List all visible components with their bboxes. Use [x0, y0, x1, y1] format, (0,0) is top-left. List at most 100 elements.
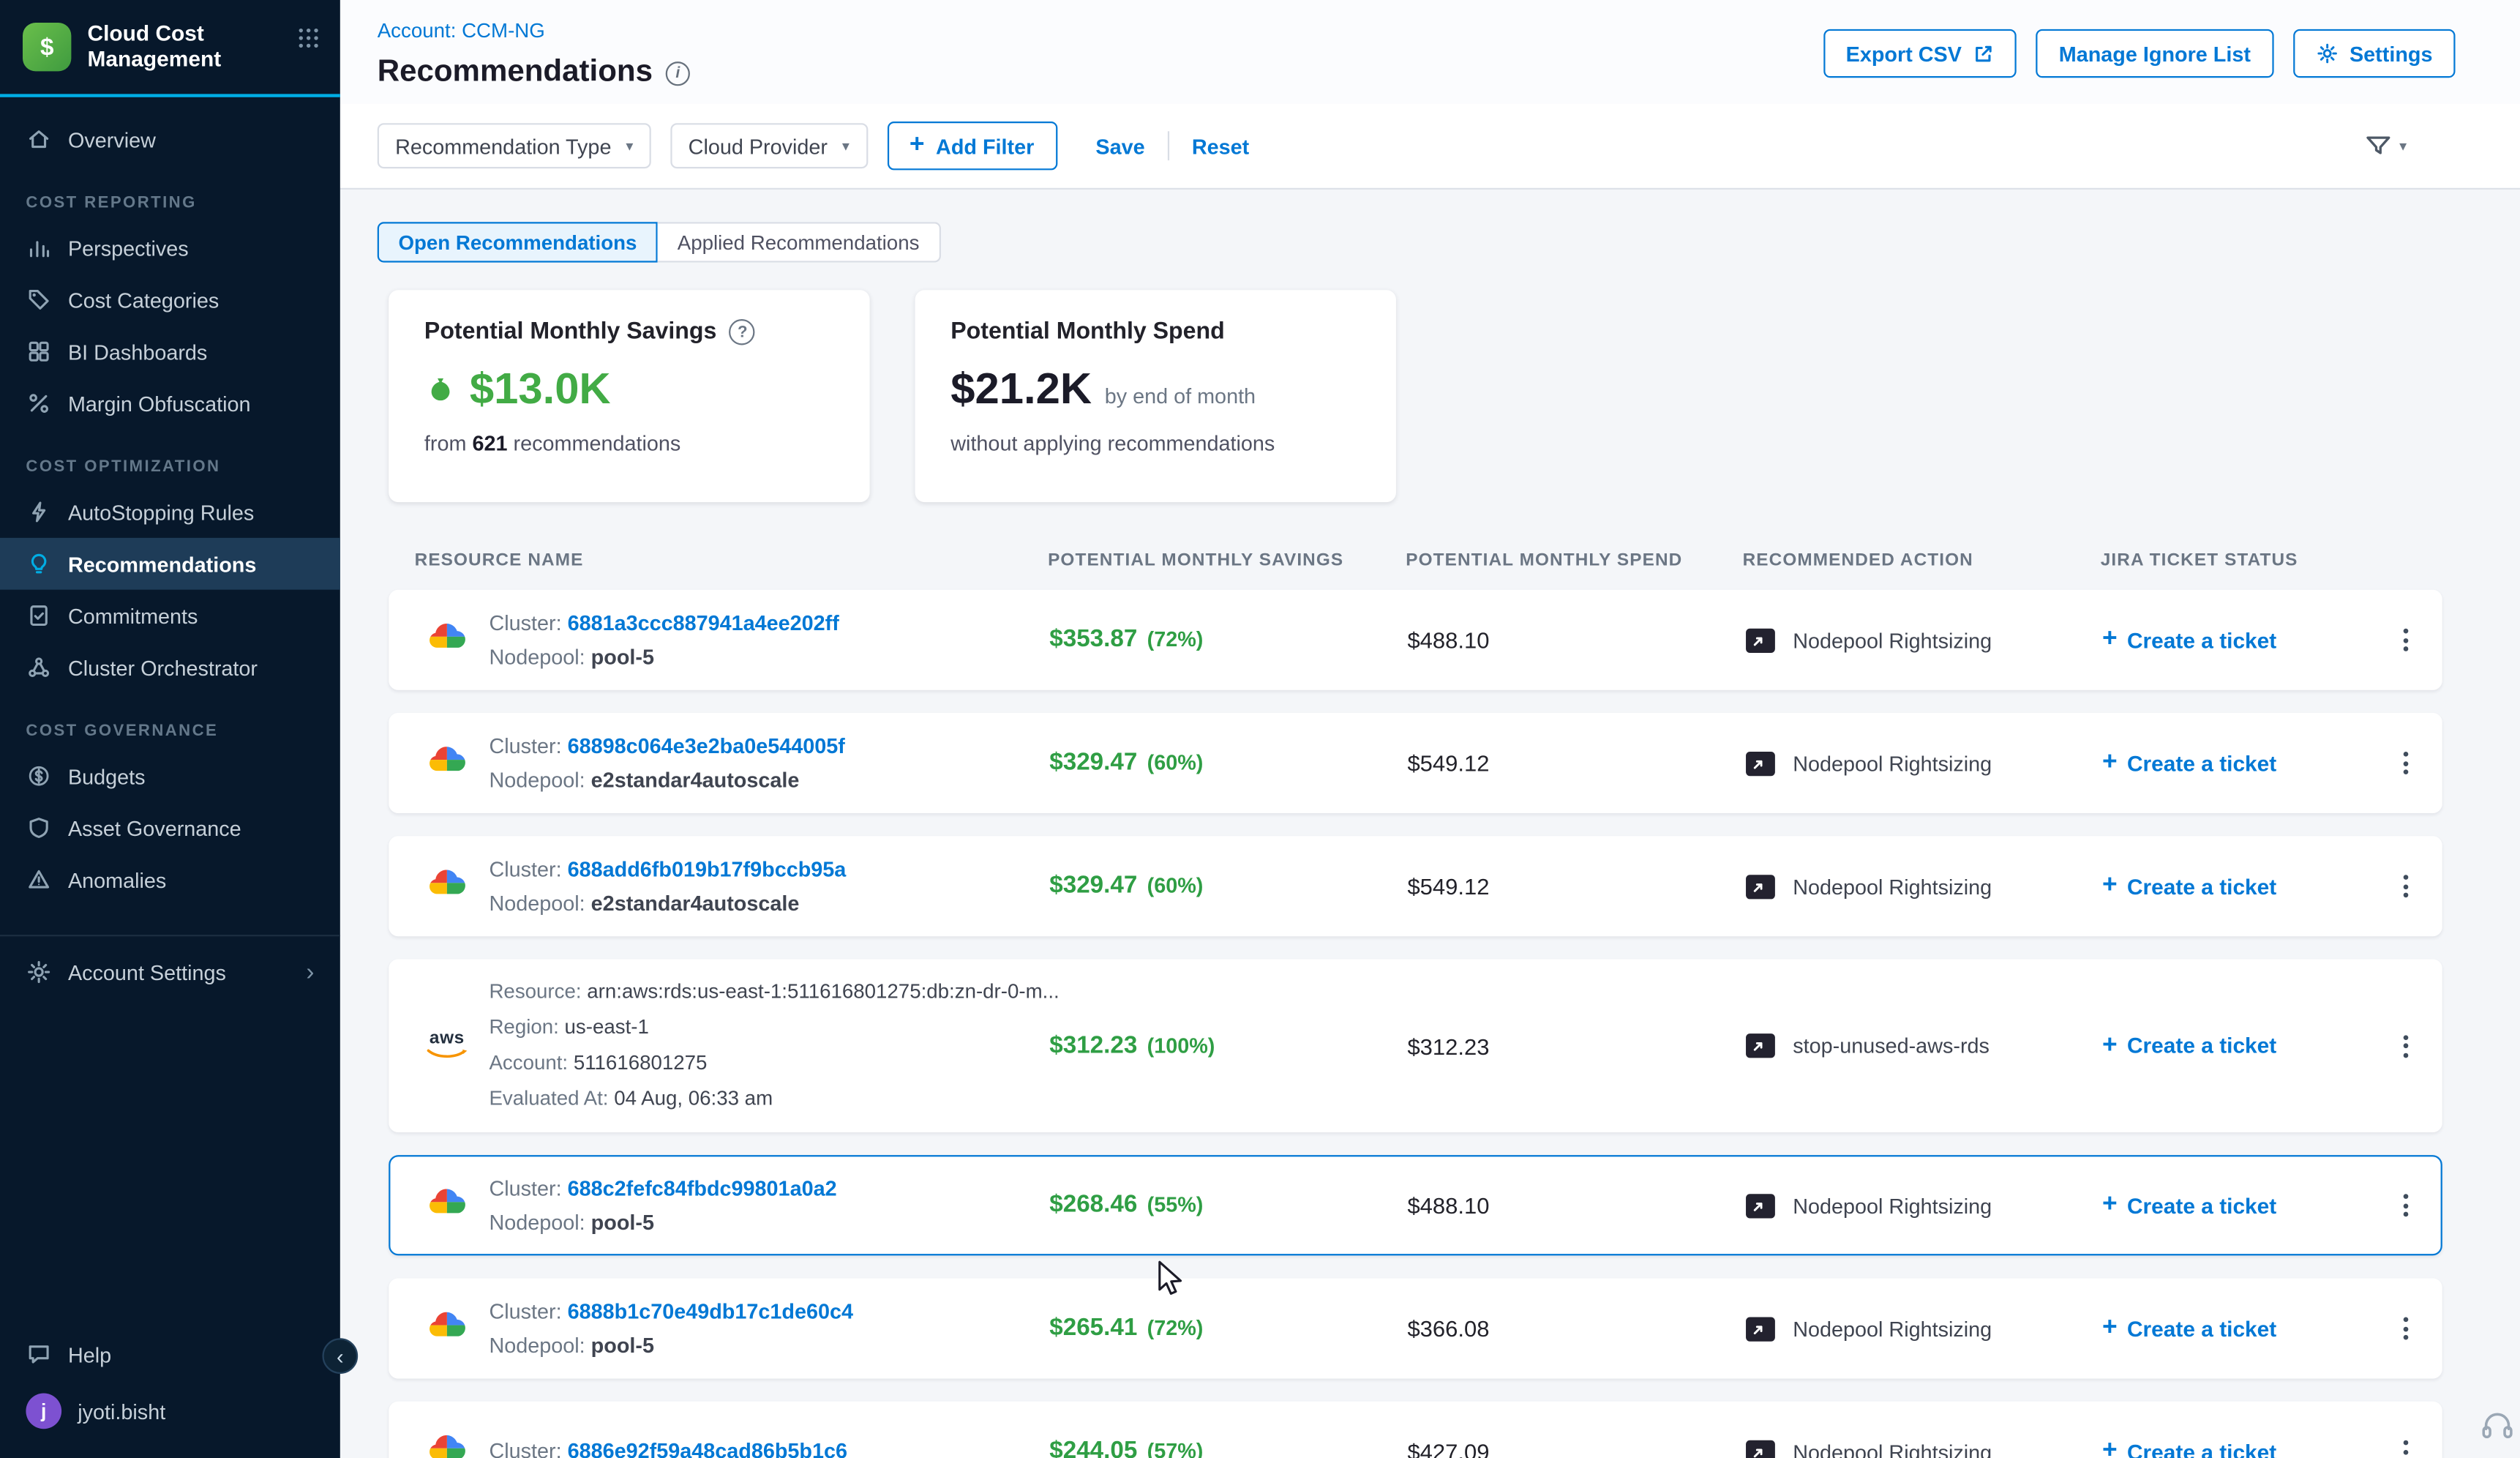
support-headset-icon[interactable] [2480, 1407, 2516, 1451]
sidebar-item-account-settings[interactable]: Account Settings › [0, 946, 340, 998]
page-header-left: Account: CCM-NG Recommendations i [378, 16, 690, 91]
cluster-link[interactable]: 688c2fefc84fbdc99801a0a2 [568, 1175, 837, 1200]
help-circle-icon[interactable]: ? [730, 319, 755, 345]
sidebar-item-commitments[interactable]: Commitments [0, 590, 340, 642]
kebab-menu[interactable] [2369, 608, 2440, 673]
app-title-line2: Management [88, 47, 222, 72]
table-row[interactable]: Cluster: 6886e92f59a48cad86b5b1c6 $244.0… [389, 1402, 2442, 1458]
spend-card-title: Potential Monthly Spend [950, 319, 1224, 345]
settings-button[interactable]: Settings [2293, 29, 2456, 78]
sidebar-item-help[interactable]: Help [0, 1328, 340, 1380]
create-ticket-link[interactable]: +Create a ticket [2102, 627, 2369, 653]
user-name: jyoti.bisht [78, 1399, 165, 1423]
create-ticket-link[interactable]: +Create a ticket [2102, 1315, 2369, 1341]
tab-applied-recommendations[interactable]: Applied Recommendations [658, 222, 940, 262]
kebab-menu[interactable] [2369, 1296, 2440, 1361]
table-row-selected[interactable]: Cluster: 688c2fefc84fbdc99801a0a2 Nodepo… [389, 1155, 2442, 1255]
sidebar-item-asset-governance[interactable]: Asset Governance [0, 802, 340, 854]
savings-percent: (100%) [1147, 1033, 1215, 1057]
create-ticket-link[interactable]: +Create a ticket [2102, 1438, 2369, 1458]
sidebar: $ Cloud Cost Management Overview COST RE… [0, 0, 340, 1458]
kebab-menu[interactable] [2369, 977, 2440, 1115]
plus-icon: + [2102, 873, 2118, 899]
cloud-provider-dropdown[interactable]: Cloud Provider ▾ [670, 123, 867, 168]
create-ticket-label: Create a ticket [2127, 874, 2276, 898]
table-row[interactable]: aws Resource: arn:aws:rds:us-east-1:5116… [389, 959, 2442, 1132]
column-resource-name: RESOURCE NAME [389, 551, 1048, 571]
export-csv-button[interactable]: Export CSV [1823, 29, 2017, 78]
sidebar-item-recommendations[interactable]: Recommendations [0, 538, 340, 590]
kebab-menu[interactable] [2369, 1419, 2440, 1458]
export-csv-label: Export CSV [1846, 41, 1962, 65]
create-ticket-link[interactable]: +Create a ticket [2102, 1033, 2369, 1058]
recommendation-type-dropdown[interactable]: Recommendation Type ▾ [378, 123, 651, 168]
percent-icon [26, 390, 51, 416]
apps-grid-icon[interactable] [296, 26, 320, 58]
kebab-menu[interactable] [2369, 1173, 2440, 1238]
cluster-link[interactable]: 688add6fb019b17f9bccb95a [568, 856, 847, 881]
resource-label: Nodepool: [489, 1209, 585, 1233]
cluster-link[interactable]: 6888b1c70e49db17c1de60c4 [568, 1298, 853, 1323]
create-ticket-link[interactable]: +Create a ticket [2102, 750, 2369, 776]
chat-bubble-icon [26, 1342, 51, 1367]
sidebar-item-label: Recommendations [68, 552, 256, 576]
info-icon[interactable]: i [666, 61, 690, 85]
resource-value: arn:aws:rds:us-east-1:511616801275:db:zn… [587, 980, 1059, 1003]
sidebar-item-overview[interactable]: Overview [0, 113, 340, 165]
table-row[interactable]: Cluster: 6881a3ccc887941a4ee202ff Nodepo… [389, 590, 2442, 690]
action-label: stop-unused-aws-rds [1793, 1033, 1990, 1058]
add-filter-button[interactable]: + Add Filter [887, 122, 1057, 170]
kebab-menu[interactable] [2369, 730, 2440, 796]
gcp-icon [426, 1432, 468, 1458]
sidebar-item-bi-dashboards[interactable]: BI Dashboards [0, 326, 340, 378]
table-row[interactable]: Cluster: 6888b1c70e49db17c1de60c4 Nodepo… [389, 1278, 2442, 1378]
sidebar-user[interactable]: j jyoti.bisht [0, 1380, 340, 1442]
create-ticket-link[interactable]: +Create a ticket [2102, 1192, 2369, 1218]
external-link-icon [1973, 43, 1994, 64]
account-breadcrumb[interactable]: Account: CCM-NG [378, 20, 545, 42]
reset-filter-link[interactable]: Reset [1192, 134, 1249, 158]
save-filter-link[interactable]: Save [1095, 134, 1144, 158]
sidebar-nav: Overview COST REPORTING Perspectives Cos… [0, 97, 340, 1458]
sidebar-item-cost-categories[interactable]: Cost Categories [0, 274, 340, 326]
create-ticket-link[interactable]: + Create a ticket [2102, 873, 2369, 899]
tab-open-recommendations[interactable]: Open Recommendations [378, 222, 658, 262]
table-row[interactable]: Cluster: 68898c064e3e2ba0e544005f Nodepo… [389, 713, 2442, 813]
column-recommended-action: RECOMMENDED ACTION [1743, 551, 2101, 571]
manage-ignore-list-button[interactable]: Manage Ignore List [2036, 29, 2273, 78]
resource-label: Nodepool: [489, 767, 585, 791]
sidebar-item-budgets[interactable]: Budgets [0, 750, 340, 802]
sidebar-collapse-button[interactable]: ‹ [322, 1338, 358, 1374]
lightning-icon [26, 499, 51, 525]
create-ticket-label: Create a ticket [2127, 1316, 2276, 1340]
cluster-link[interactable]: 68898c064e3e2ba0e544005f [568, 733, 845, 758]
filter-panel-toggle[interactable]: ▾ [2366, 132, 2407, 158]
action-icon [1744, 626, 1777, 654]
action-label: Nodepool Rightsizing [1793, 874, 1992, 898]
action-icon [1744, 1032, 1777, 1060]
kebab-menu[interactable] [2369, 853, 2440, 919]
table-row[interactable]: Cluster: 688add6fb019b17f9bccb95a Nodepo… [389, 836, 2442, 936]
savings-card-subtitle: from 621 recommendations [424, 431, 834, 455]
sidebar-item-margin-obfuscation[interactable]: Margin Obfuscation [0, 378, 340, 430]
savings-value: $329.47 [1049, 749, 1137, 777]
cluster-link[interactable]: 6881a3ccc887941a4ee202ff [568, 610, 839, 634]
summary-cards: Potential Monthly Savings ? $13.0K from … [389, 290, 2520, 502]
action-label: Nodepool Rightsizing [1793, 751, 1992, 775]
cluster-link[interactable]: 6886e92f59a48cad86b5b1c6 [568, 1438, 847, 1458]
savings-from-prefix: from [424, 431, 467, 455]
resource-label: Evaluated At: [489, 1087, 608, 1110]
savings-amount: $13.0K [470, 364, 611, 415]
savings-percent: (55%) [1147, 1192, 1204, 1216]
resource-label: Cluster: [489, 610, 561, 634]
savings-from-suffix: recommendations [514, 431, 681, 455]
vertical-divider [1168, 131, 1169, 160]
sidebar-item-perspectives[interactable]: Perspectives [0, 222, 340, 274]
avatar: j [26, 1394, 61, 1429]
sidebar-item-label: Perspectives [68, 236, 189, 260]
sidebar-item-autostopping-rules[interactable]: AutoStopping Rules [0, 486, 340, 538]
sidebar-item-cluster-orchestrator[interactable]: Cluster Orchestrator [0, 642, 340, 694]
action-label: Nodepool Rightsizing [1793, 628, 1992, 652]
plus-icon: + [910, 132, 925, 158]
sidebar-item-anomalies[interactable]: Anomalies [0, 853, 340, 905]
